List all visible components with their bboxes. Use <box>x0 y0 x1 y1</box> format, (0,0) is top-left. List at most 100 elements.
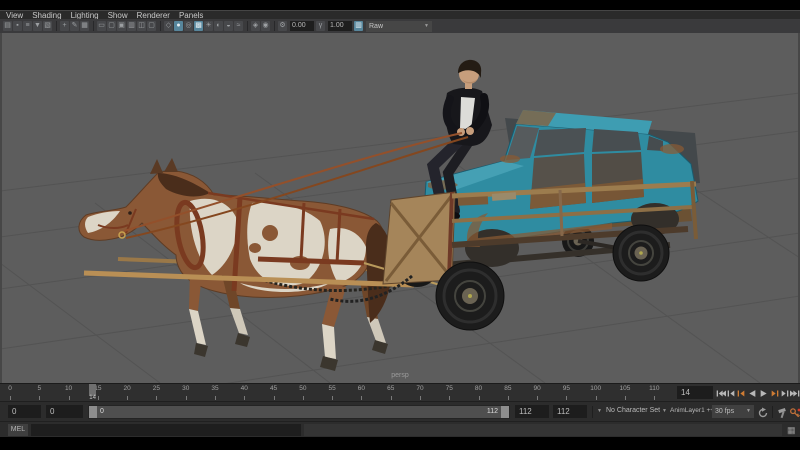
animation-start-field[interactable]: 0 <box>8 405 41 418</box>
timeline-tick-mark <box>625 396 626 400</box>
gate-mask-icon[interactable]: ▣ <box>117 21 126 31</box>
timeline-tick-mark <box>332 396 333 400</box>
smooth-shade-icon[interactable]: ● <box>174 21 183 31</box>
xray-icon[interactable]: ◈ <box>251 21 260 31</box>
playback-end-field[interactable]: 112 <box>515 405 549 418</box>
timeline-tick-label: 65 <box>387 385 394 392</box>
bookmarks-icon[interactable]: ▼ <box>33 21 42 31</box>
timeline-tick-mark <box>244 396 245 400</box>
timeline-tick-mark <box>98 396 99 400</box>
gamma-icon[interactable]: γ <box>316 21 325 31</box>
resolution-gate-icon[interactable]: ▢ <box>107 21 116 31</box>
timeline-tick-mark <box>303 396 304 400</box>
color-management-icon[interactable]: ▥ <box>354 21 363 31</box>
play-backwards-button[interactable] <box>748 387 758 400</box>
exposure-field[interactable]: 0.00 <box>290 21 314 31</box>
timeline-tick-label: 75 <box>446 385 453 392</box>
step-back-key-button[interactable] <box>737 387 747 400</box>
grid-icon[interactable]: ▦ <box>80 21 89 31</box>
timeline-tick-mark <box>215 396 216 400</box>
timeline-tick-label: 95 <box>563 385 570 392</box>
timeline-tick-label: 100 <box>590 385 601 392</box>
step-forward-key-button[interactable] <box>769 387 779 400</box>
command-line-row: MEL ▦ <box>0 421 800 437</box>
wireframe-icon[interactable]: ◇ <box>164 21 173 31</box>
timeline-tick-label: 40 <box>241 385 248 392</box>
viewport[interactable]: persp <box>0 33 800 383</box>
timeline-tick-label: 105 <box>620 385 631 392</box>
toolbar-separator <box>93 21 94 31</box>
timeline-tick-mark <box>156 396 157 400</box>
character-set-label[interactable]: No Character Set <box>606 407 660 414</box>
timeline-tick-mark <box>654 396 655 400</box>
timeline-tick-mark <box>186 396 187 400</box>
view-transform-dropdown[interactable]: Raw ▼ <box>366 21 432 32</box>
animation-end-field[interactable]: 112 <box>553 405 587 418</box>
safe-title-icon[interactable]: ▢ <box>147 21 156 31</box>
playback-start-field[interactable]: 0 <box>46 405 83 418</box>
timeline-tick-mark <box>69 396 70 400</box>
time-slider[interactable]: 0510152025303540455055606570758085909510… <box>0 383 800 401</box>
playback-controls <box>716 386 800 400</box>
fps-dropdown[interactable]: 30 fps ▼ <box>712 405 754 418</box>
separator <box>592 406 593 418</box>
command-line-mode-button[interactable]: MEL <box>8 424 28 436</box>
command-line-input[interactable] <box>31 424 301 436</box>
play-forwards-button[interactable] <box>758 387 768 400</box>
screen-space-ao-icon[interactable]: ◒ <box>224 21 233 31</box>
maya-window: ViewShadingLightingShowRendererPanels ▤▪… <box>0 0 800 450</box>
timeline-tick-label: 30 <box>182 385 189 392</box>
2d-pan-zoom-icon[interactable]: + <box>60 21 69 31</box>
panel-toolbar: ▤▪≡▼▧+✎▦▭▢▣▥◫▢◇●◎▩☀◐◒≈◈◉ ⚙ 0.00 γ 1.00 ▥… <box>0 19 800 33</box>
go-to-start-button[interactable] <box>716 387 726 400</box>
anim-layer-label[interactable]: AnimLayer1 ++ <box>670 407 714 414</box>
timeline-tick-mark <box>127 396 128 400</box>
timeline-tick-label: 10 <box>65 385 72 392</box>
timeline-tick-label: 45 <box>270 385 277 392</box>
timeline-tick-label: 0 <box>8 385 12 392</box>
grease-pencil-icon[interactable]: ✎ <box>70 21 79 31</box>
command-line-results[interactable] <box>304 424 782 436</box>
view-transform-value: Raw <box>369 21 383 32</box>
range-start-label: 0 <box>100 406 104 418</box>
range-end-label: 112 <box>487 406 498 418</box>
gamma-field[interactable]: 1.00 <box>328 21 352 31</box>
timeline-tick-label: 70 <box>416 385 423 392</box>
camera-attributes-icon[interactable]: ≡ <box>23 21 32 31</box>
timeline-tick-mark <box>596 396 597 400</box>
safe-action-icon[interactable]: ◫ <box>137 21 146 31</box>
field-chart-icon[interactable]: ▥ <box>127 21 136 31</box>
timeline-tick-mark <box>361 396 362 400</box>
isolate-select-icon[interactable]: ◉ <box>261 21 270 31</box>
motion-blur-icon[interactable]: ≈ <box>234 21 243 31</box>
viewport-scene <box>0 33 800 383</box>
wireframe-on-shaded-icon[interactable]: ◎ <box>184 21 193 31</box>
toolbar-separator <box>56 21 57 31</box>
timeline-tick-mark <box>537 396 538 400</box>
timeline-tick-label: 50 <box>299 385 306 392</box>
lock-camera-icon[interactable]: ▪ <box>13 21 22 31</box>
go-to-end-button[interactable] <box>790 387 800 400</box>
textured-icon[interactable]: ▩ <box>194 21 203 31</box>
script-editor-icon[interactable]: ▦ <box>787 424 796 436</box>
use-all-lights-icon[interactable]: ☀ <box>204 21 213 31</box>
timeline-tick-label: 85 <box>504 385 511 392</box>
current-frame-field[interactable]: 14 <box>677 386 713 399</box>
range-start-handle[interactable] <box>89 406 97 418</box>
timeline-tick-mark <box>566 396 567 400</box>
timeline-tick-label: 90 <box>534 385 541 392</box>
film-gate-icon[interactable]: ▭ <box>97 21 106 31</box>
select-camera-icon[interactable]: ▤ <box>3 21 12 31</box>
step-forward-frame-button[interactable] <box>779 387 789 400</box>
exposure-icon[interactable]: ⚙ <box>278 21 287 31</box>
fps-value: 30 fps <box>715 405 734 418</box>
range-end-handle[interactable] <box>501 406 509 418</box>
step-back-frame-button[interactable] <box>727 387 737 400</box>
timeline-tick-mark <box>449 396 450 400</box>
timeline-tick-label: 60 <box>358 385 365 392</box>
character-set-menu-icon[interactable]: ▼ <box>597 408 602 414</box>
shadows-icon[interactable]: ◐ <box>214 21 223 31</box>
image-plane-icon[interactable]: ▧ <box>43 21 52 31</box>
anim-layer-menu-icon[interactable]: ▼ <box>662 408 667 414</box>
range-slider[interactable]: 0 112 <box>88 405 510 419</box>
